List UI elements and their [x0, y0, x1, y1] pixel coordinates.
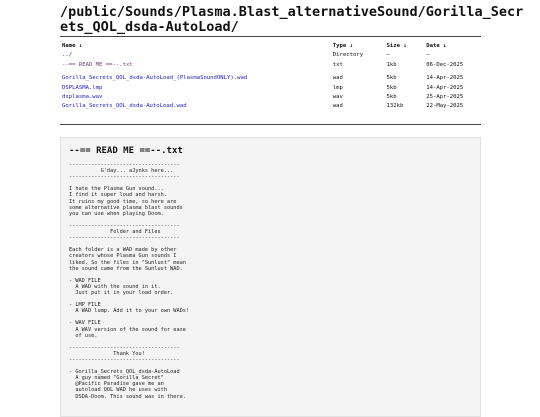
file-type: wad [332, 103, 343, 110]
file-link-parent-dir[interactable]: ../ [62, 52, 72, 58]
file-size: 5kb [386, 94, 397, 101]
column-header-name[interactable]: Name ↓ [60, 42, 331, 51]
readme-body: ----------------------------------- G'da… [69, 162, 190, 400]
file-link-autoload-wad[interactable]: Gorilla_Secrets_QOL_dsda-AutoLoad.wad [62, 103, 187, 109]
file-type: Directory [332, 52, 364, 59]
table-row: --== READ ME ==--.txt txt 1kb 06-Dec-202… [60, 61, 481, 70]
readme-panel: --== READ ME ==--.txt ------------------… [60, 137, 481, 417]
file-size: 132kb [386, 103, 404, 110]
file-date: 06-Dec-2025 [426, 61, 464, 68]
readme-heading: --== READ ME ==--.txt [69, 146, 183, 156]
file-date: 14-Apr-2025 [426, 75, 464, 82]
file-size: – [386, 52, 390, 59]
table-row: dsplasma.wav wav 5kb 25-Apr-2025 [60, 93, 481, 102]
table-header-row: Name ↓ Type ↓ Size ↓ Date ↓ [60, 42, 481, 51]
divider-bottom [60, 124, 481, 125]
file-size: 5kb [386, 75, 397, 82]
file-date: 14-Apr-2025 [426, 84, 464, 91]
file-type: wad [332, 75, 343, 82]
file-link-dsplasma-wav[interactable]: dsplasma.wav [62, 94, 102, 100]
column-header-size[interactable]: Size ↓ [384, 42, 424, 51]
file-type: lmp [332, 84, 343, 91]
file-type: txt [332, 61, 343, 68]
table-row: Gorilla_Secrets_QOL_dsda-AutoLoad_(Plasm… [60, 74, 481, 83]
file-date: 25-Apr-2025 [426, 94, 464, 101]
file-link-readme[interactable]: --== READ ME ==--.txt [62, 62, 133, 68]
page-title: /public/Sounds/Plasma.Blast_alternativeS… [60, 4, 524, 35]
file-link-dsplasma-lmp[interactable]: DSPLASMA.lmp [62, 85, 102, 91]
divider-top [60, 36, 481, 37]
column-header-date[interactable]: Date ↓ [424, 42, 481, 51]
file-date: – [426, 52, 430, 59]
file-link-plasma-sound-only-wad[interactable]: Gorilla_Secrets_QOL_dsda-AutoLoad_(Plasm… [62, 75, 247, 81]
table-row: ../ Directory – – [60, 51, 481, 60]
file-date: 22-May-2025 [426, 103, 464, 110]
file-listing-table: Name ↓ Type ↓ Size ↓ Date ↓ ../ Director… [60, 42, 481, 112]
directory-page: /public/Sounds/Plasma.Blast_alternativeS… [0, 0, 540, 417]
column-header-type[interactable]: Type ↓ [331, 42, 385, 51]
file-size: 1kb [386, 61, 397, 68]
table-row: Gorilla_Secrets_QOL_dsda-AutoLoad.wad wa… [60, 102, 481, 111]
table-row: DSPLASMA.lmp lmp 5kb 14-Apr-2025 [60, 84, 481, 93]
file-size: 5kb [386, 84, 397, 91]
file-type: wav [332, 94, 343, 101]
